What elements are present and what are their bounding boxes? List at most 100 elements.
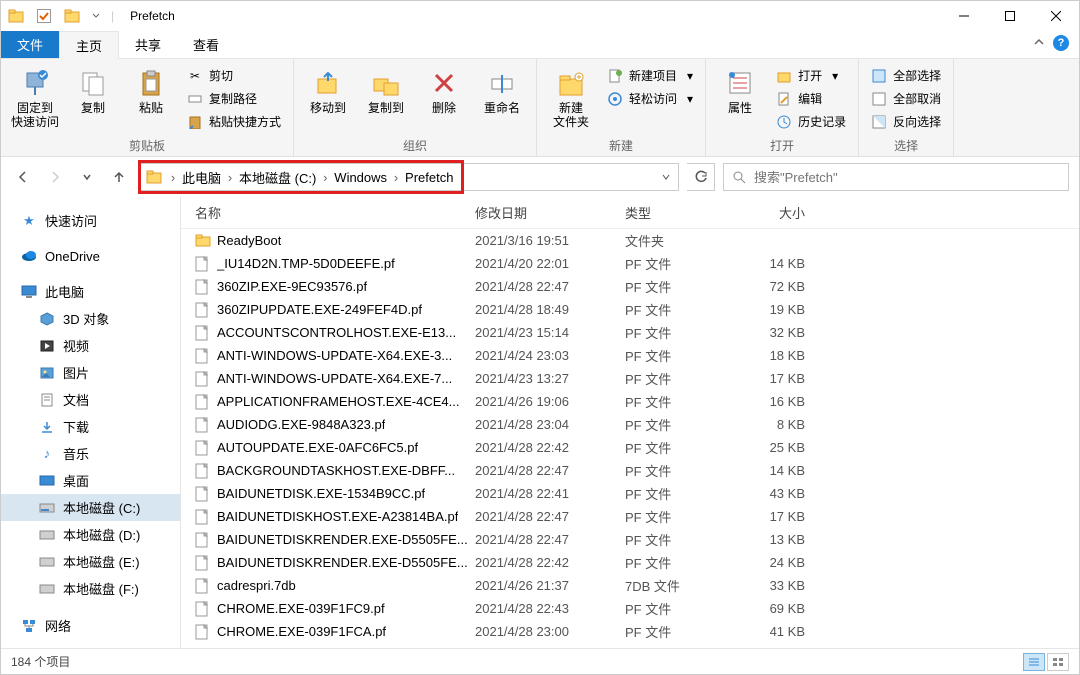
file-date: 2021/4/28 18:49 [475,302,625,317]
file-row[interactable]: AUDIODG.EXE-9848A323.pf2021/4/28 23:04PF… [181,413,1079,436]
nav-videos[interactable]: 视频 [1,332,180,359]
file-row[interactable]: CHROME.EXE-039F1FCA.pf2021/4/28 23:00PF … [181,620,1079,643]
tab-home[interactable]: 主页 [59,31,119,59]
maximize-button[interactable] [987,1,1033,31]
file-row[interactable]: ReadyBoot2021/3/16 19:51文件夹 [181,229,1079,252]
nav-3d-objects[interactable]: 3D 对象 [1,305,180,332]
address-dropdown-icon[interactable] [654,172,678,182]
properties-button[interactable]: 属性 [714,63,766,115]
file-row[interactable]: BACKGROUNDTASKHOST.EXE-DBFF...2021/4/28 … [181,459,1079,482]
header-size[interactable]: 大小 [745,203,825,222]
close-button[interactable] [1033,1,1079,31]
easy-access-button[interactable]: 轻松访问▾ [603,88,697,109]
file-row[interactable]: ANTI-WINDOWS-UPDATE-X64.EXE-7...2021/4/2… [181,367,1079,390]
file-icon [195,256,211,272]
file-row[interactable]: BAIDUNETDISK.EXE-1534B9CC.pf2021/4/28 22… [181,482,1079,505]
nav-desktop[interactable]: 桌面 [1,467,180,494]
file-date: 2021/4/28 22:42 [475,440,625,455]
rename-button[interactable]: 重命名 [476,63,528,115]
file-row[interactable]: ANTI-WINDOWS-UPDATE-X64.EXE-3...2021/4/2… [181,344,1079,367]
tab-view[interactable]: 查看 [177,31,235,58]
select-all-button[interactable]: 全部选择 [867,65,945,86]
edit-button[interactable]: 编辑 [772,88,850,109]
search-input[interactable] [754,170,1060,185]
help-button[interactable]: ? [1053,35,1069,51]
address-bar[interactable]: › 此电脑 › 本地磁盘 (C:) › Windows › Prefetch [139,163,679,191]
file-row[interactable]: APPLICATIONFRAMEHOST.EXE-4CE4...2021/4/2… [181,390,1079,413]
nav-quick-access[interactable]: ★快速访问 [1,207,180,234]
crumb-this-pc[interactable]: 此电脑 [178,168,225,187]
chevron-right-icon[interactable]: › [320,170,330,185]
file-type: PF 文件 [625,300,745,319]
ribbon-collapse-icon[interactable] [1033,37,1045,49]
copy-to-button[interactable]: 复制到 [360,63,412,115]
details-view-button[interactable] [1023,653,1045,671]
file-row[interactable]: _IU14D2N.TMP-5D0DEEFE.pf2021/4/20 22:01P… [181,252,1079,275]
crumb-drive-c[interactable]: 本地磁盘 (C:) [235,168,320,187]
minimize-button[interactable] [941,1,987,31]
paste-shortcut-button[interactable]: 粘贴快捷方式 [183,111,285,132]
nav-pictures[interactable]: 图片 [1,359,180,386]
file-icon [195,624,211,640]
chevron-right-icon[interactable]: › [391,170,401,185]
open-button[interactable]: 打开▾ [772,65,850,86]
file-row[interactable]: 360ZIP.EXE-9EC93576.pf2021/4/28 22:47PF … [181,275,1079,298]
tab-share[interactable]: 共享 [119,31,177,58]
chevron-right-icon[interactable]: › [225,170,235,185]
pin-to-quick-access-button[interactable]: 固定到 快速访问 [9,63,61,129]
file-type: PF 文件 [625,346,745,365]
up-button[interactable] [107,165,131,189]
nav-drive-f[interactable]: 本地磁盘 (F:) [1,575,180,602]
file-icon [195,302,211,318]
file-name: 360ZIPUPDATE.EXE-249FEF4D.pf [217,302,422,317]
forward-button[interactable] [43,165,67,189]
file-icon [195,532,211,548]
copy-path-button[interactable]: 复制路径 [183,88,285,109]
file-row[interactable]: ACCOUNTSCONTROLHOST.EXE-E13...2021/4/23 … [181,321,1079,344]
file-date: 2021/4/28 23:04 [475,417,625,432]
nav-documents[interactable]: 文档 [1,386,180,413]
cut-button[interactable]: ✂剪切 [183,65,285,86]
file-row[interactable]: BAIDUNETDISKRENDER.EXE-D5505FE...2021/4/… [181,528,1079,551]
nav-onedrive[interactable]: OneDrive [1,244,180,268]
file-row[interactable]: cadrespri.7db2021/4/26 21:377DB 文件33 KB [181,574,1079,597]
invert-selection-button[interactable]: 反向选择 [867,111,945,132]
delete-button[interactable]: 删除 [418,63,470,115]
nav-drive-c[interactable]: 本地磁盘 (C:) [1,494,180,521]
back-button[interactable] [11,165,35,189]
header-date[interactable]: 修改日期 [475,203,625,222]
file-row[interactable]: AUTOUPDATE.EXE-0AFC6FC5.pf2021/4/28 22:4… [181,436,1079,459]
chevron-right-icon[interactable]: › [168,170,178,185]
qat-checkbox-icon[interactable] [35,7,53,25]
new-group-label: 新建 [545,135,697,154]
nav-network[interactable]: 网络 [1,612,180,639]
header-name[interactable]: 名称 [195,203,475,222]
copy-button[interactable]: 复制 [67,63,119,115]
history-button[interactable]: 历史记录 [772,111,850,132]
crumb-windows[interactable]: Windows [330,170,391,185]
nav-music[interactable]: ♪音乐 [1,440,180,467]
new-item-button[interactable]: 新建项目▾ [603,65,697,86]
select-none-button[interactable]: 全部取消 [867,88,945,109]
qat-folder-icon[interactable] [63,7,81,25]
qat-dropdown-icon[interactable] [91,7,101,25]
nav-drive-e[interactable]: 本地磁盘 (E:) [1,548,180,575]
new-folder-button[interactable]: 新建 文件夹 [545,63,597,129]
refresh-button[interactable] [687,163,715,191]
recent-locations-button[interactable] [75,165,99,189]
nav-downloads[interactable]: 下载 [1,413,180,440]
file-name: CHROME.EXE-039F1FC9.pf [217,601,385,616]
nav-drive-d[interactable]: 本地磁盘 (D:) [1,521,180,548]
icons-view-button[interactable] [1047,653,1069,671]
file-row[interactable]: BAIDUNETDISKRENDER.EXE-D5505FE...2021/4/… [181,551,1079,574]
header-type[interactable]: 类型 [625,203,745,222]
file-row[interactable]: BAIDUNETDISKHOST.EXE-A23814BA.pf2021/4/2… [181,505,1079,528]
crumb-prefetch[interactable]: Prefetch [401,170,457,185]
move-to-button[interactable]: 移动到 [302,63,354,115]
search-box[interactable] [723,163,1069,191]
file-row[interactable]: CHROME.EXE-039F1FC9.pf2021/4/28 22:43PF … [181,597,1079,620]
paste-button[interactable]: 粘贴 [125,63,177,115]
file-row[interactable]: 360ZIPUPDATE.EXE-249FEF4D.pf 2021/4/28 18… [181,298,1079,321]
tab-file[interactable]: 文件 [1,31,59,58]
nav-this-pc[interactable]: 此电脑 [1,278,180,305]
